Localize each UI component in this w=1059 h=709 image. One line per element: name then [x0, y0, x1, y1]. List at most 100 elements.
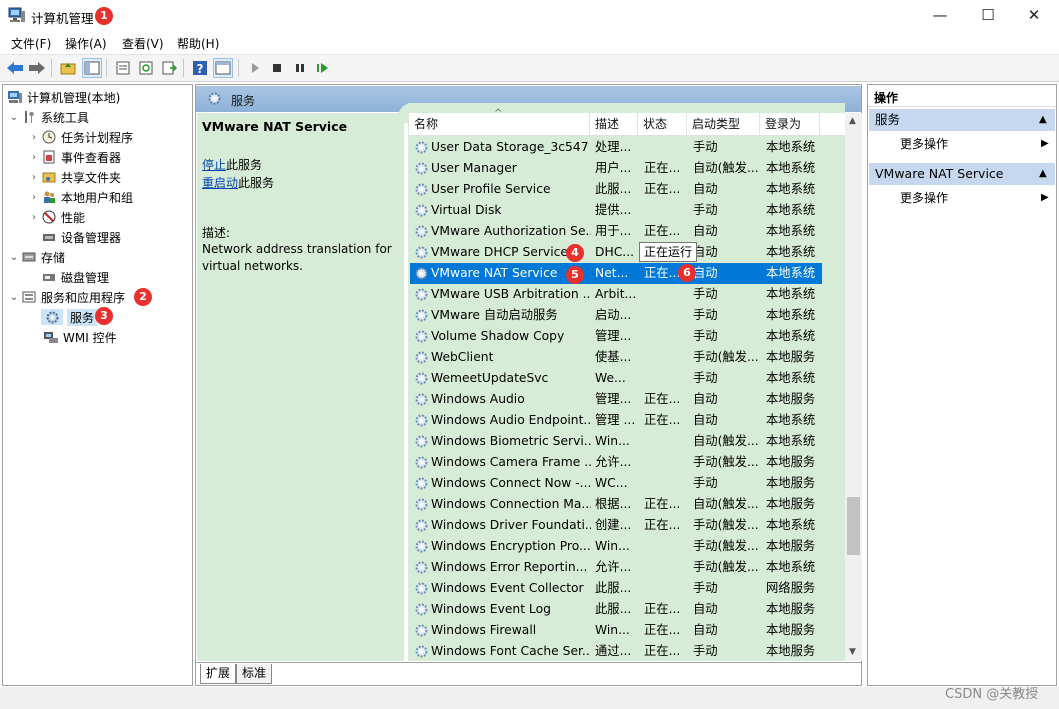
back-icon[interactable]	[5, 58, 25, 78]
cell-logon-as: 本地服务	[766, 497, 816, 511]
tree-label: 性能	[61, 210, 86, 225]
table-row[interactable]: User Manager 用户... 正在... 自动(触发... 本地系统	[410, 158, 822, 179]
service-gear-icon	[414, 476, 429, 491]
table-row[interactable]: Windows Firewall Win... 正在... 自动 本地服务	[410, 620, 822, 641]
cell-name: Windows Error Reportin...	[431, 560, 588, 574]
tree-item-services-apps[interactable]: ⌄ 服务和应用程序	[7, 287, 125, 307]
collapse-icon[interactable]: ▲	[1039, 109, 1047, 131]
maximize-button[interactable]: ☐	[965, 0, 1011, 31]
description-text: Network address translation for virtual …	[202, 242, 392, 273]
vertical-scrollbar[interactable]: ▲ ▼	[845, 113, 862, 661]
chevron-down-icon[interactable]: ⌄	[7, 252, 21, 263]
tab-standard[interactable]: 标准	[236, 664, 273, 684]
more-actions-services[interactable]: 更多操作 ▶	[869, 133, 1055, 155]
table-row[interactable]: Windows Connection Ma... 根据... 正在... 自动(触发.…	[410, 494, 822, 515]
actions-group-label: VMware NAT Service	[875, 166, 1004, 181]
restart-service-link[interactable]: 重启动	[202, 176, 238, 190]
tab-extended[interactable]: 扩展	[200, 664, 237, 684]
cell-logon-as: 本地系统	[766, 329, 816, 343]
table-row[interactable]: Windows Driver Foundati... 创建... 正在... 手动(触…	[410, 515, 822, 536]
table-row[interactable]: User Data Storage_3c547 处理... 手动 本地系统	[410, 137, 822, 158]
export-list-icon[interactable]	[159, 58, 179, 78]
menu-file[interactable]: 文件(F)	[11, 35, 51, 52]
table-row[interactable]: WebClient 使基... 手动(触发... 本地服务	[410, 347, 822, 368]
services-gear-icon	[207, 91, 222, 109]
scroll-down-icon[interactable]: ▼	[849, 647, 856, 657]
table-row[interactable]: WemeetUpdateSvc We... 手动 本地系统	[410, 368, 822, 389]
table-row[interactable]: Windows Event Log 此服... 正在... 自动 本地服务	[410, 599, 822, 620]
up-folder-icon[interactable]	[58, 58, 78, 78]
stop-service-icon[interactable]	[267, 58, 287, 78]
tree-item-device-manager[interactable]: 设备管理器	[41, 227, 121, 247]
tree-item-local-users[interactable]: › 本地用户和组	[27, 187, 133, 207]
pause-service-icon[interactable]	[290, 58, 310, 78]
tree-item-system-tools[interactable]: ⌄ 系统工具	[7, 107, 89, 127]
close-button[interactable]: ✕	[1011, 0, 1057, 31]
table-row[interactable]: Windows Font Cache Ser... 通过... 正在... 手动 本地服…	[410, 641, 822, 662]
table-row[interactable]: Windows Biometric Servi... Win... 自动(触发...…	[410, 431, 822, 452]
tree-item-services[interactable]: 服务	[41, 307, 98, 327]
show-hide-tree-icon[interactable]	[82, 58, 102, 78]
table-row[interactable]: VMware USB Arbitration ... Arbit... 手动 本地系统	[410, 284, 822, 305]
table-row[interactable]: Windows Encryption Pro... Win... 手动(触发... 本…	[410, 536, 822, 557]
table-row[interactable]: VMware DHCP ServiceDHC...正在运行自动本地系统	[410, 242, 822, 263]
table-row[interactable]: VMware 自动启动服务 启动... 手动 本地系统	[410, 305, 822, 326]
refresh-icon[interactable]	[136, 58, 156, 78]
table-row[interactable]: Windows Audio 管理... 正在... 自动 本地服务	[410, 389, 822, 410]
table-row[interactable]: VMware Authorization Se... 用于... 正在... 自动 本地…	[410, 221, 822, 242]
chevron-right-icon[interactable]: ›	[27, 172, 41, 183]
collapse-icon[interactable]: ▲	[1039, 163, 1047, 185]
chevron-down-icon[interactable]: ⌄	[7, 292, 21, 303]
chevron-right-icon[interactable]: ›	[27, 212, 41, 223]
column-startup-type[interactable]: 启动类型	[687, 113, 760, 136]
help-icon[interactable]: ?	[190, 58, 210, 78]
tree-item-shared-folders[interactable]: › 共享文件夹	[27, 167, 121, 187]
cell-description: Win...	[595, 623, 630, 637]
cell-startup-type: 手动(触发...	[693, 560, 759, 574]
properties-icon[interactable]	[113, 58, 133, 78]
chevron-down-icon[interactable]: ⌄	[7, 112, 21, 123]
stop-service-link[interactable]: 停止	[202, 158, 226, 172]
actions-group-vmware-nat[interactable]: VMware NAT Service ▲	[869, 163, 1055, 185]
column-description[interactable]: 描述	[590, 113, 638, 136]
tree-item-storage[interactable]: ⌄ 存储	[7, 247, 65, 267]
chevron-right-icon[interactable]: ›	[27, 152, 41, 163]
tree-item-wmi[interactable]: WMI 控件	[43, 327, 117, 347]
chevron-right-icon[interactable]: ›	[27, 132, 41, 143]
action-pane-icon[interactable]	[213, 58, 233, 78]
tree-item-disk-management[interactable]: 磁盘管理	[41, 267, 109, 287]
table-row[interactable]: Windows Error Reportin... 允许... 手动(触发... 本地…	[410, 557, 822, 578]
tree-item-task-scheduler[interactable]: › 任务计划程序	[27, 127, 133, 147]
table-row[interactable]: Windows Audio Endpoint... 管理 ... 正在... 自动 本地…	[410, 410, 822, 431]
tree-item-event-viewer[interactable]: › 事件查看器	[27, 147, 121, 167]
start-service-icon[interactable]	[245, 58, 265, 78]
table-row-selected[interactable]: VMware NAT Service Net... 正在... 自动 本地系统	[410, 263, 822, 284]
scrollbar-thumb[interactable]	[847, 497, 860, 555]
menu-action[interactable]: 操作(A)	[65, 35, 107, 52]
service-gear-icon	[414, 413, 429, 428]
table-row[interactable]: Virtual Disk 提供... 手动 本地系统	[410, 200, 822, 221]
table-row[interactable]: Volume Shadow Copy 管理... 手动 本地系统	[410, 326, 822, 347]
menu-view[interactable]: 查看(V)	[122, 35, 164, 52]
table-row[interactable]: Windows Connect Now -... WC... 手动 本地服务	[410, 473, 822, 494]
more-actions-vmware-nat[interactable]: 更多操作 ▶	[869, 187, 1055, 209]
tree-item-performance[interactable]: › 性能	[27, 207, 85, 227]
cell-logon-as: 本地服务	[766, 623, 816, 637]
tree-root[interactable]: 计算机管理(本地)	[7, 87, 120, 107]
column-status[interactable]: 状态	[638, 113, 687, 136]
column-logon-as[interactable]: 登录为	[760, 113, 820, 136]
forward-icon[interactable]	[27, 58, 47, 78]
window-title: 计算机管理	[31, 11, 94, 26]
chevron-right-icon[interactable]: ›	[27, 192, 41, 203]
table-row[interactable]: User Profile Service 此服... 正在... 自动 本地系统	[410, 179, 822, 200]
table-row[interactable]: Windows Event Collector 此服... 手动 网络服务	[410, 578, 822, 599]
scroll-up-icon[interactable]: ▲	[849, 116, 856, 126]
service-gear-icon	[414, 497, 429, 512]
minimize-button[interactable]: —	[917, 0, 963, 31]
cell-description: WC...	[595, 476, 628, 490]
menu-help[interactable]: 帮助(H)	[177, 35, 219, 52]
restart-service-icon[interactable]	[313, 58, 333, 78]
actions-group-services[interactable]: 服务 ▲	[869, 109, 1055, 131]
table-row[interactable]: Windows Camera Frame ... 允许... 手动(触发... 本地服…	[410, 452, 822, 473]
cell-logon-as: 本地系统	[766, 245, 816, 259]
